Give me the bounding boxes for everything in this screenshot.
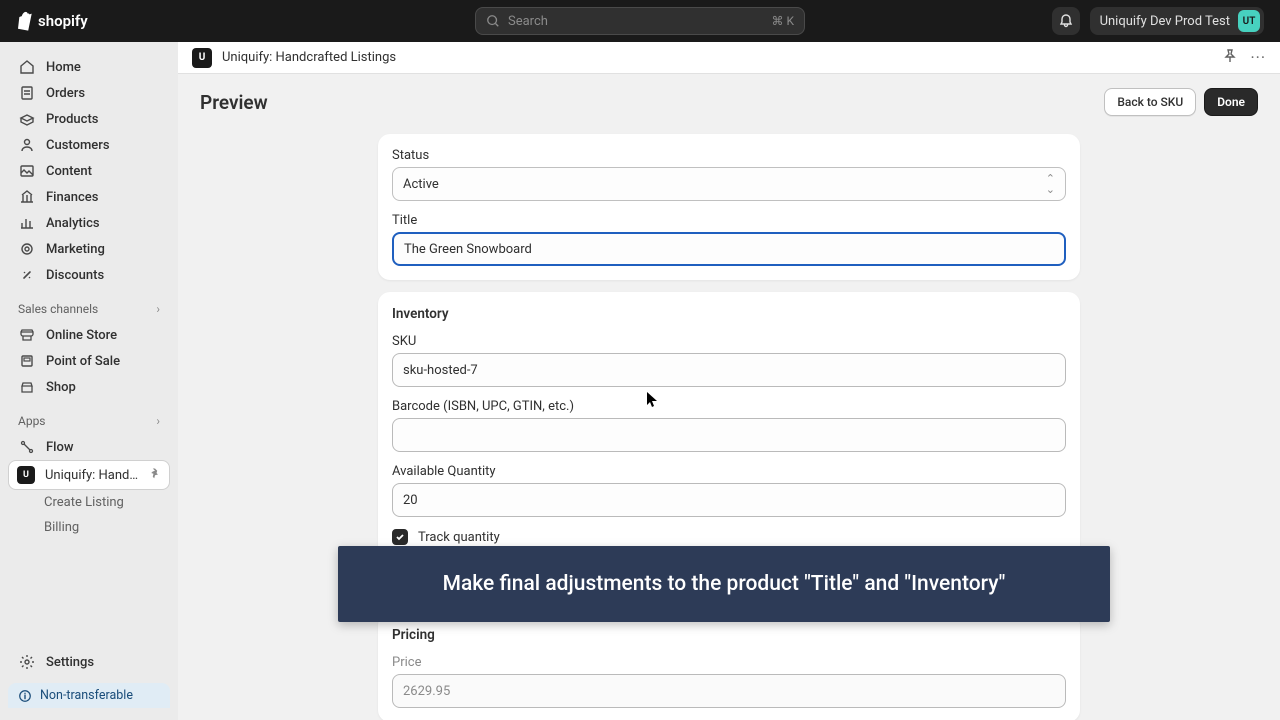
sidebar-item-orders[interactable]: Orders xyxy=(8,80,170,106)
instruction-overlay: Make final adjustments to the product "T… xyxy=(338,546,1110,622)
back-to-sku-button[interactable]: Back to SKU xyxy=(1104,88,1196,116)
select-caret-icon: ⌃⌄ xyxy=(1046,173,1055,195)
sidebar-item-customers[interactable]: Customers xyxy=(8,132,170,158)
flow-icon xyxy=(18,439,36,455)
pricing-card: Pricing Price xyxy=(378,613,1080,720)
status-label: Status xyxy=(392,148,1066,163)
marketing-icon xyxy=(18,241,36,257)
app-icon: U xyxy=(17,466,35,484)
chevron-right-icon: › xyxy=(156,414,160,428)
price-input[interactable] xyxy=(392,674,1066,708)
sidebar-sub-billing[interactable]: Billing xyxy=(8,515,170,540)
track-quantity-row[interactable]: Track quantity xyxy=(392,529,1066,545)
pin-icon[interactable] xyxy=(1222,48,1238,68)
pin-icon[interactable] xyxy=(149,467,161,483)
shop-icon xyxy=(18,379,36,395)
sidebar-item-products[interactable]: Products xyxy=(8,106,170,132)
barcode-label: Barcode (ISBN, UPC, GTIN, etc.) xyxy=(392,399,1066,414)
status-select[interactable]: Active ⌃⌄ xyxy=(392,167,1066,201)
sidebar-item-finances[interactable]: Finances xyxy=(8,184,170,210)
non-transferable-badge: Non-transferable xyxy=(8,683,170,708)
title-input[interactable] xyxy=(392,232,1066,266)
finances-icon xyxy=(18,189,36,205)
app-icon: U xyxy=(192,48,212,68)
sidebar-item-content[interactable]: Content xyxy=(8,158,170,184)
discounts-icon xyxy=(18,267,36,283)
search-placeholder: Search xyxy=(508,14,548,29)
sidebar-item-online-store[interactable]: Online Store xyxy=(8,322,170,348)
more-icon[interactable]: ··· xyxy=(1250,48,1266,67)
search-input[interactable]: Search ⌘ K xyxy=(475,7,805,35)
sidebar-item-marketing[interactable]: Marketing xyxy=(8,236,170,262)
topbar: shopify Search ⌘ K Uniquify Dev Prod Tes… xyxy=(0,0,1280,42)
sidebar-item-shop[interactable]: Shop xyxy=(8,374,170,400)
info-icon xyxy=(18,689,32,703)
sidebar: Home Orders Products Customers Content F… xyxy=(0,42,178,720)
gear-icon xyxy=(18,654,36,670)
main-content: U Uniquify: Handcrafted Listings ··· Pre… xyxy=(178,42,1280,720)
chevron-right-icon: › xyxy=(156,302,160,316)
store-icon xyxy=(18,327,36,343)
sku-input[interactable] xyxy=(392,353,1066,387)
analytics-icon xyxy=(18,215,36,231)
qty-label: Available Quantity xyxy=(392,464,1066,479)
title-label: Title xyxy=(392,213,1066,228)
done-button[interactable]: Done xyxy=(1204,88,1258,116)
sidebar-item-pos[interactable]: Point of Sale xyxy=(8,348,170,374)
apps-header[interactable]: Apps› xyxy=(8,408,170,434)
status-title-card: Status Active ⌃⌄ Title xyxy=(378,134,1080,280)
sales-channels-header[interactable]: Sales channels› xyxy=(8,296,170,322)
price-label: Price xyxy=(392,655,1066,670)
search-kbd: ⌘ K xyxy=(771,14,794,28)
products-icon xyxy=(18,111,36,127)
orders-icon xyxy=(18,85,36,101)
sidebar-item-uniquify-app[interactable]: U Uniquify: Handcrafte... xyxy=(8,460,170,490)
content-icon xyxy=(18,163,36,179)
app-title: Uniquify: Handcrafted Listings xyxy=(222,50,396,65)
notifications-button[interactable] xyxy=(1052,7,1080,35)
sidebar-item-analytics[interactable]: Analytics xyxy=(8,210,170,236)
inventory-card: Inventory SKU Barcode (ISBN, UPC, GTIN, … xyxy=(378,292,1080,589)
sidebar-item-discounts[interactable]: Discounts xyxy=(8,262,170,288)
track-quantity-checkbox[interactable] xyxy=(392,529,408,545)
store-name: Uniquify Dev Prod Test xyxy=(1100,14,1230,29)
sku-label: SKU xyxy=(392,334,1066,349)
store-switcher[interactable]: Uniquify Dev Prod Test UT xyxy=(1090,7,1264,35)
pricing-heading: Pricing xyxy=(392,627,1066,643)
avatar: UT xyxy=(1238,10,1260,32)
barcode-input[interactable] xyxy=(392,418,1066,452)
sidebar-item-home[interactable]: Home xyxy=(8,54,170,80)
qty-input[interactable] xyxy=(392,483,1066,517)
home-icon xyxy=(18,59,36,75)
page-title: Preview xyxy=(200,91,268,114)
customers-icon xyxy=(18,137,36,153)
pos-icon xyxy=(18,353,36,369)
sidebar-sub-create-listing[interactable]: Create Listing xyxy=(8,490,170,515)
sidebar-item-settings[interactable]: Settings xyxy=(8,649,170,675)
sidebar-item-flow[interactable]: Flow xyxy=(8,434,170,460)
inventory-heading: Inventory xyxy=(392,306,1066,322)
app-header: U Uniquify: Handcrafted Listings ··· xyxy=(178,42,1280,74)
shopify-logo[interactable]: shopify xyxy=(16,11,88,31)
brand-text: shopify xyxy=(38,12,88,30)
